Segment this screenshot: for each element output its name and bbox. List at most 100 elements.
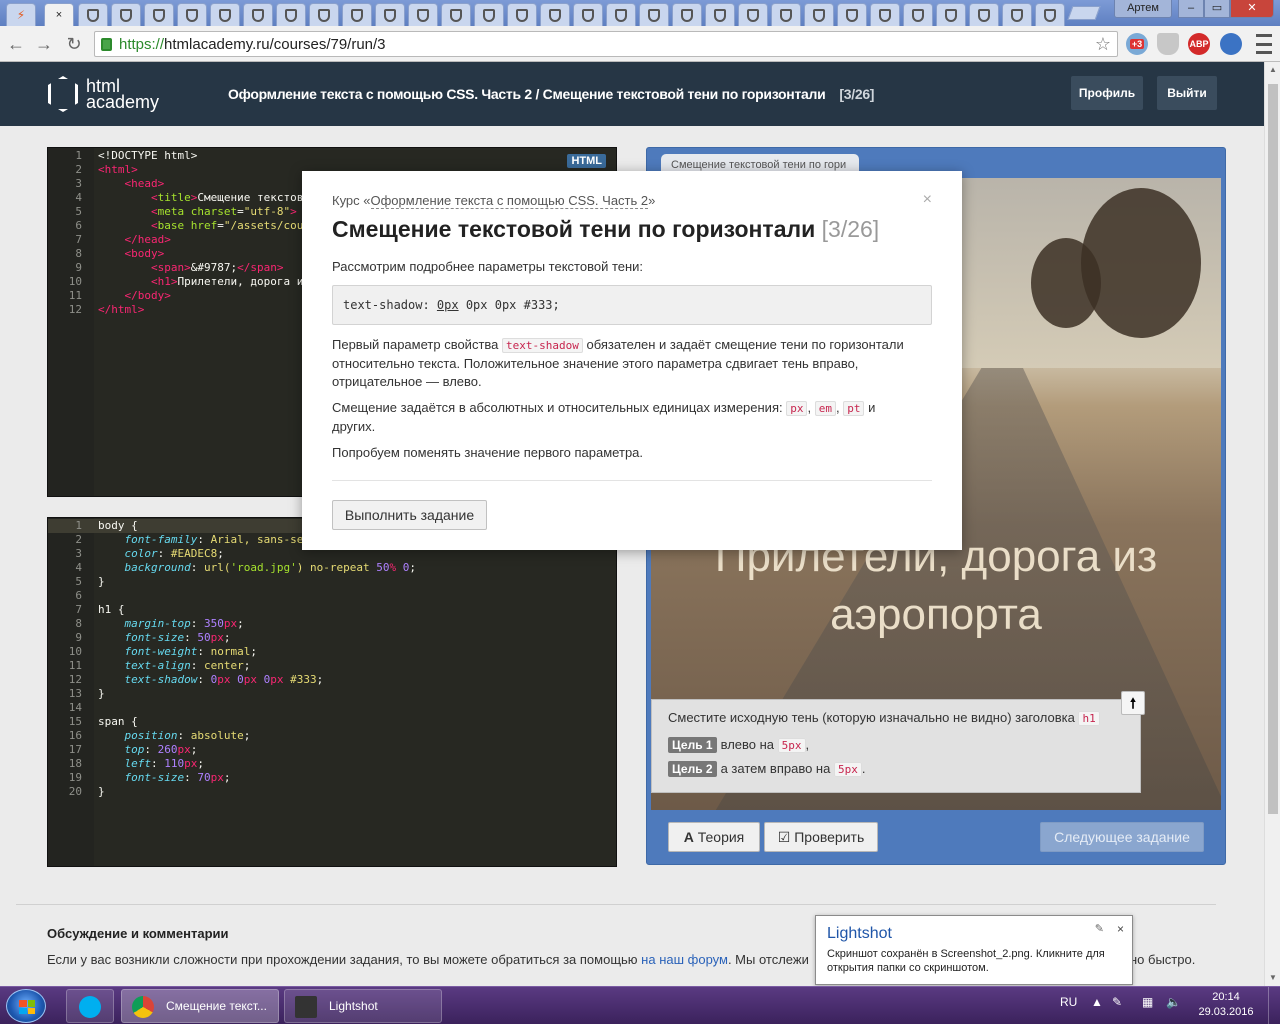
tray-expand-icon[interactable]: ▲ (1091, 995, 1103, 1009)
browser-tab[interactable] (1002, 3, 1032, 26)
shield-extension-icon[interactable] (1157, 33, 1179, 55)
profile-header-button[interactable]: Профиль (1071, 76, 1143, 110)
start-button[interactable] (6, 989, 46, 1023)
browser-tab[interactable] (441, 3, 471, 26)
lightshot-app-icon (295, 996, 317, 1018)
adblock-icon[interactable]: ABP (1188, 33, 1210, 55)
browser-tab[interactable] (111, 3, 141, 26)
show-desktop-button[interactable] (1268, 987, 1280, 1024)
browser-tab[interactable] (1035, 3, 1065, 26)
browser-tab[interactable] (309, 3, 339, 26)
scroll-thumb[interactable] (1268, 84, 1278, 814)
browser-tab[interactable] (243, 3, 273, 26)
shield-icon (747, 8, 759, 22)
browser-tab[interactable] (342, 3, 372, 26)
notification-close-icon[interactable]: × (1117, 922, 1124, 936)
next-task-button[interactable]: Следующее задание (1040, 822, 1204, 852)
scroll-down-icon[interactable]: ▼ (1265, 970, 1280, 986)
browser-tab[interactable] (870, 3, 900, 26)
browser-tab[interactable] (738, 3, 768, 26)
browser-tab[interactable] (936, 3, 966, 26)
modal-course-link[interactable]: Оформление текста с помощью CSS. Часть 2 (370, 193, 649, 209)
clock[interactable]: 20:14 29.03.2016 (1194, 990, 1258, 1020)
browser-tab[interactable] (276, 3, 306, 26)
new-tab-button[interactable] (1067, 6, 1101, 20)
css-editor[interactable]: 1 body {2 font-family: Arial, sans-se 3 co… (47, 517, 617, 867)
globe-icon[interactable] (1220, 33, 1242, 55)
browser-tab[interactable] (144, 3, 174, 26)
chrome-menu-icon[interactable] (1256, 34, 1272, 54)
browser-tab[interactable] (375, 3, 405, 26)
browser-tab[interactable] (606, 3, 636, 26)
browser-tab[interactable] (474, 3, 504, 26)
forum-link[interactable]: на наш форум (641, 952, 728, 967)
modal-paragraph-3: Смещение задаётся в абсолютных и относит… (332, 400, 876, 434)
collapse-task-icon[interactable]: 🠕 (1121, 691, 1145, 715)
logo-text: html academy (86, 76, 160, 112)
browser-tab[interactable] (210, 3, 240, 26)
code-line: 7 h1 { (75, 603, 125, 616)
shield-icon (549, 8, 561, 22)
browser-toolbar: ← → ↻ https://htmlacademy.ru/courses/79/… (0, 26, 1280, 62)
browser-tab[interactable] (540, 3, 570, 26)
course-name[interactable]: Оформление текста с помощью CSS. Часть 2 (228, 86, 532, 102)
lesson-counter: [3/26] (839, 86, 875, 102)
browser-tab[interactable] (837, 3, 867, 26)
code-line: 4 background: url('road.jpg') no-repeat … (75, 561, 416, 574)
forward-arrow-icon[interactable]: → (32, 32, 56, 56)
url-text: https://htmlacademy.ru/courses/79/run/3 (119, 36, 386, 53)
browser-tab[interactable] (771, 3, 801, 26)
browser-tab[interactable] (507, 3, 537, 26)
theory-button[interactable]: A Теория (668, 822, 760, 852)
bookmark-star-icon[interactable]: ☆ (1095, 34, 1111, 55)
shield-icon (1044, 8, 1056, 22)
browser-tab[interactable] (78, 3, 108, 26)
logo[interactable]: html academy (48, 76, 159, 112)
check-button[interactable]: ☑ Проверить (764, 822, 878, 852)
logout-button[interactable]: Выйти (1157, 76, 1217, 110)
volume-icon[interactable]: 🔈 (1166, 995, 1181, 1009)
theory-icon: A (683, 829, 694, 845)
extension-cloud-icon[interactable]: +3 (1126, 33, 1148, 55)
close-window-button[interactable]: ✕ (1230, 0, 1274, 18)
browser-tab[interactable] (408, 3, 438, 26)
browser-tab[interactable] (177, 3, 207, 26)
code-line: 10 font-weight: normal; (68, 645, 257, 658)
shield-icon (780, 8, 792, 22)
lightshot-notification[interactable]: Lightshot ✎ × Скриншот сохранён в Screen… (815, 915, 1133, 985)
shield-icon (186, 8, 198, 22)
start-task-button[interactable]: Выполнить задание (332, 500, 487, 530)
pin-icon[interactable]: ✎ (1095, 922, 1104, 935)
tab-close-icon[interactable]: × (44, 3, 74, 26)
code-line: 18 left: 110px; (68, 757, 204, 770)
back-arrow-icon[interactable]: ← (4, 32, 28, 56)
browser-tab[interactable] (672, 3, 702, 26)
code-line: 8 margin-top: 350px; (75, 617, 244, 630)
network-icon[interactable]: ▦ (1142, 995, 1153, 1009)
minimize-button[interactable]: – (1178, 0, 1204, 18)
language-indicator[interactable]: RU (1060, 995, 1077, 1009)
taskbar-skype[interactable] (66, 989, 114, 1023)
window-controls: – ▭ ✕ (1178, 0, 1274, 18)
code-line: 15 span { (68, 715, 138, 728)
browser-tab[interactable] (804, 3, 834, 26)
profile-button[interactable]: Артем (1114, 0, 1172, 18)
reload-icon[interactable]: ↻ (62, 32, 86, 56)
tree-image (1081, 188, 1201, 338)
address-bar[interactable]: https://htmlacademy.ru/courses/79/run/3 … (94, 31, 1118, 57)
scroll-up-icon[interactable]: ▲ (1265, 62, 1280, 78)
browser-tab[interactable] (573, 3, 603, 26)
browser-tab[interactable] (639, 3, 669, 26)
browser-tab[interactable] (903, 3, 933, 26)
browser-tab[interactable] (969, 3, 999, 26)
maximize-button[interactable]: ▭ (1204, 0, 1230, 18)
taskbar-chrome[interactable]: Смещение текст... (121, 989, 279, 1023)
modal-close-icon[interactable]: × (923, 191, 932, 209)
lightshot-tray-icon[interactable]: ✎ (1112, 995, 1122, 1009)
page-scrollbar[interactable]: ▲ ▼ (1264, 62, 1280, 986)
shield-icon (978, 8, 990, 22)
browser-tab[interactable] (705, 3, 735, 26)
taskbar-lightshot[interactable]: Lightshot (284, 989, 442, 1023)
tab-favicon-icon[interactable]: ⚡ (6, 3, 36, 26)
shield-icon (945, 8, 957, 22)
